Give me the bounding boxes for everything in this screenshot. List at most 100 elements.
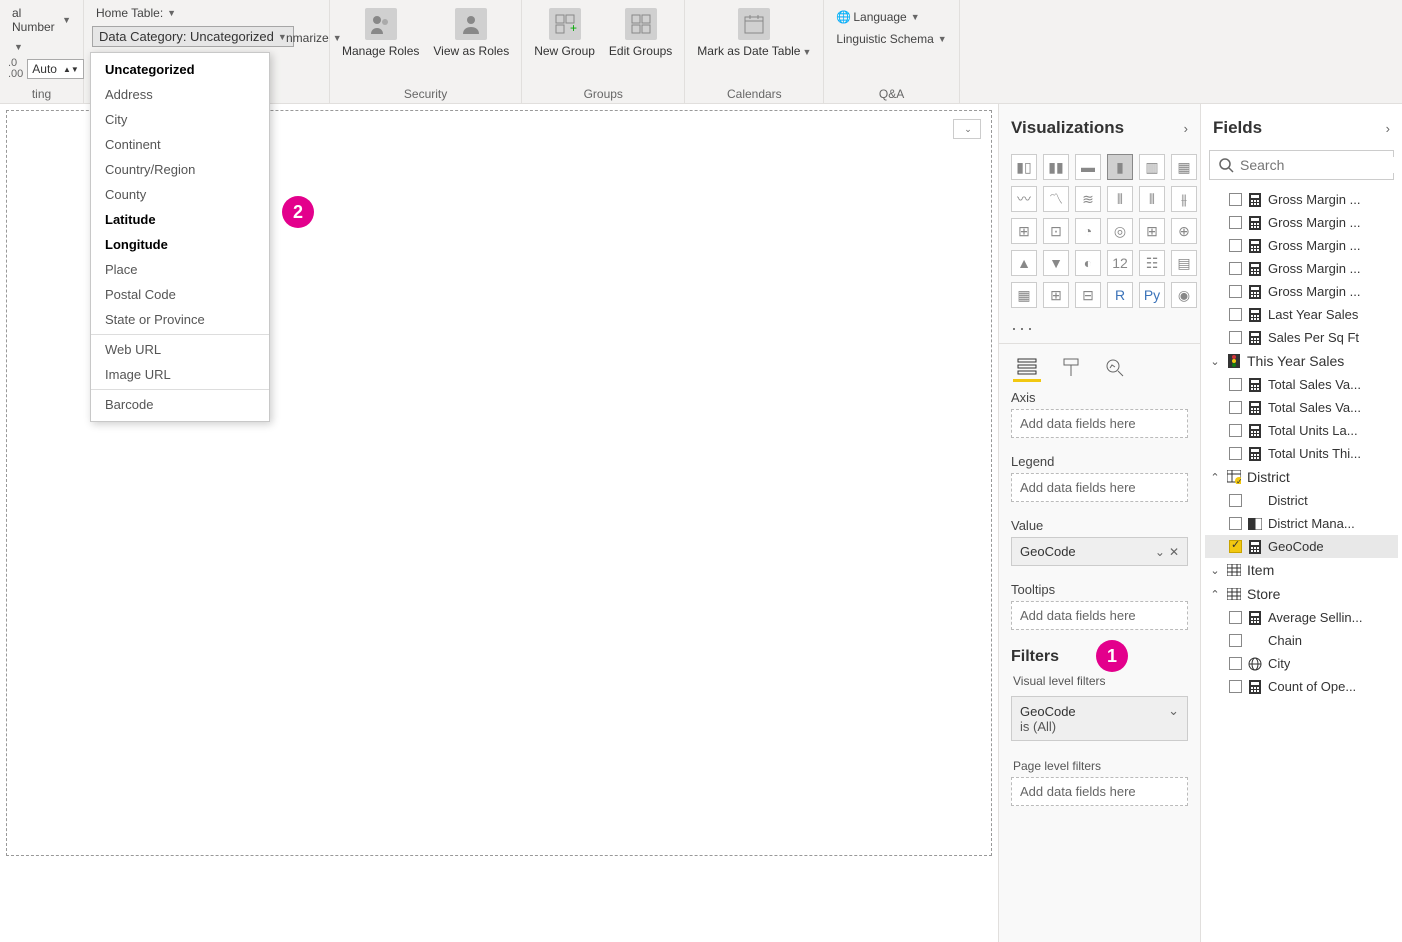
data-category-option[interactable]: Postal Code: [91, 282, 269, 307]
linguistic-schema-dropdown[interactable]: Linguistic Schema▼: [832, 30, 950, 48]
viz-type-icon[interactable]: ⫵: [1171, 186, 1197, 212]
data-category-option[interactable]: County: [91, 182, 269, 207]
field-item[interactable]: GeoCode: [1205, 535, 1398, 558]
viz-type-icon[interactable]: ◉: [1171, 282, 1197, 308]
viz-type-icon[interactable]: ⊞: [1011, 218, 1037, 244]
table-header[interactable]: ⌃✓District: [1205, 465, 1398, 489]
field-item[interactable]: Count of Ope...: [1205, 675, 1398, 698]
tooltips-drop[interactable]: Add data fields here: [1011, 601, 1188, 630]
viz-type-icon[interactable]: ⫴: [1107, 186, 1133, 212]
field-checkbox[interactable]: [1229, 193, 1242, 206]
chevron-right-icon[interactable]: ›: [1386, 121, 1390, 136]
viz-type-icon[interactable]: ◐: [1075, 250, 1101, 276]
language-dropdown[interactable]: 🌐 Language▼: [832, 8, 923, 26]
page-filters-drop[interactable]: Add data fields here: [1011, 777, 1188, 806]
field-checkbox[interactable]: [1229, 216, 1242, 229]
format-tab[interactable]: [1057, 354, 1085, 382]
field-item[interactable]: Last Year Sales: [1205, 303, 1398, 326]
field-item[interactable]: City: [1205, 652, 1398, 675]
data-category-option[interactable]: Address: [91, 82, 269, 107]
viz-type-icon[interactable]: ▤: [1171, 250, 1197, 276]
data-category-option[interactable]: Image URL: [91, 362, 269, 387]
field-checkbox[interactable]: [1229, 680, 1242, 693]
table-header[interactable]: ⌃Store: [1205, 582, 1398, 606]
data-category-option[interactable]: Longitude: [91, 232, 269, 257]
field-checkbox[interactable]: [1229, 494, 1242, 507]
summarize-dropdown[interactable]: nmarize▼: [282, 29, 346, 47]
field-checkbox[interactable]: [1229, 401, 1242, 414]
data-category-option[interactable]: City: [91, 107, 269, 132]
manage-roles-button[interactable]: Manage Roles: [338, 4, 423, 62]
field-checkbox[interactable]: [1229, 634, 1242, 647]
field-item[interactable]: Average Sellin...: [1205, 606, 1398, 629]
viz-type-icon[interactable]: ⫴: [1139, 186, 1165, 212]
table-header[interactable]: ⌄Item: [1205, 558, 1398, 582]
viz-type-icon[interactable]: ▥: [1139, 154, 1165, 180]
field-checkbox[interactable]: [1229, 239, 1242, 252]
data-category-option[interactable]: Web URL: [91, 337, 269, 362]
value-field-chevron[interactable]: ⌄: [1155, 545, 1165, 559]
field-checkbox[interactable]: [1229, 308, 1242, 321]
field-item[interactable]: Total Units La...: [1205, 419, 1398, 442]
filter-card-geocode[interactable]: GeoCode ⌄ is (All): [1011, 696, 1188, 741]
viz-type-icon[interactable]: ⊞: [1139, 218, 1165, 244]
data-category-option[interactable]: Continent: [91, 132, 269, 157]
viz-type-icon[interactable]: R: [1107, 282, 1133, 308]
field-item[interactable]: Gross Margin ...: [1205, 257, 1398, 280]
mark-as-date-button[interactable]: Mark as Date Table▼: [693, 4, 815, 62]
axis-drop[interactable]: Add data fields here: [1011, 409, 1188, 438]
viz-type-icon[interactable]: ⊞: [1043, 282, 1069, 308]
viz-type-icon[interactable]: ≋: [1075, 186, 1101, 212]
viz-type-icon[interactable]: ▲: [1011, 250, 1037, 276]
viz-type-icon[interactable]: ◎: [1107, 218, 1133, 244]
fields-search[interactable]: [1209, 150, 1394, 180]
viz-type-icon[interactable]: ▮: [1107, 154, 1133, 180]
home-table-dropdown[interactable]: Home Table:▼: [92, 4, 180, 22]
field-checkbox[interactable]: [1229, 447, 1242, 460]
chevron-down-icon[interactable]: ⌄: [1168, 703, 1179, 719]
legend-drop[interactable]: Add data fields here: [1011, 473, 1188, 502]
field-item[interactable]: Gross Margin ...: [1205, 188, 1398, 211]
field-item[interactable]: Total Sales Va...: [1205, 373, 1398, 396]
format-dropdown[interactable]: ▼: [8, 40, 27, 54]
viz-type-icon[interactable]: ▮▮: [1043, 154, 1069, 180]
fields-tab[interactable]: [1013, 354, 1041, 382]
field-checkbox[interactable]: [1229, 262, 1242, 275]
new-group-button[interactable]: + New Group: [530, 4, 599, 62]
viz-type-icon[interactable]: 〰: [1011, 186, 1037, 212]
field-checkbox[interactable]: [1229, 540, 1242, 553]
analytics-tab[interactable]: [1101, 354, 1129, 382]
viz-type-icon[interactable]: ▦: [1171, 154, 1197, 180]
field-item[interactable]: Gross Margin ...: [1205, 211, 1398, 234]
viz-type-icon[interactable]: ▼: [1043, 250, 1069, 276]
al-number-dropdown[interactable]: al Number▼: [8, 4, 75, 36]
table-header[interactable]: ⌄This Year Sales: [1205, 349, 1398, 373]
field-checkbox[interactable]: [1229, 331, 1242, 344]
field-checkbox[interactable]: [1229, 285, 1242, 298]
data-category-option[interactable]: Uncategorized: [91, 57, 269, 82]
viz-type-icon[interactable]: ◔: [1075, 218, 1101, 244]
field-checkbox[interactable]: [1229, 424, 1242, 437]
field-checkbox[interactable]: [1229, 378, 1242, 391]
data-category-dropdown[interactable]: Data Category: Uncategorized▼: [92, 26, 294, 47]
viz-type-icon[interactable]: ▬: [1075, 154, 1101, 180]
field-item[interactable]: Gross Margin ...: [1205, 280, 1398, 303]
field-item[interactable]: District: [1205, 489, 1398, 512]
data-category-option[interactable]: Place: [91, 257, 269, 282]
field-item[interactable]: Sales Per Sq Ft: [1205, 326, 1398, 349]
field-checkbox[interactable]: [1229, 657, 1242, 670]
data-category-option[interactable]: Latitude: [91, 207, 269, 232]
viz-type-icon[interactable]: ▮▯: [1011, 154, 1037, 180]
data-category-option[interactable]: State or Province: [91, 307, 269, 332]
field-item[interactable]: Chain: [1205, 629, 1398, 652]
value-drop[interactable]: GeoCode ⌄✕: [1011, 537, 1188, 566]
view-as-roles-button[interactable]: View as Roles: [429, 4, 513, 62]
viz-type-icon[interactable]: ☷: [1139, 250, 1165, 276]
viz-type-icon[interactable]: ⊡: [1043, 218, 1069, 244]
viz-type-icon[interactable]: Py: [1139, 282, 1165, 308]
field-item[interactable]: Total Sales Va...: [1205, 396, 1398, 419]
value-field-remove[interactable]: ✕: [1169, 545, 1179, 559]
search-input[interactable]: [1240, 157, 1402, 173]
viz-type-icon[interactable]: ▦: [1011, 282, 1037, 308]
field-checkbox[interactable]: [1229, 611, 1242, 624]
